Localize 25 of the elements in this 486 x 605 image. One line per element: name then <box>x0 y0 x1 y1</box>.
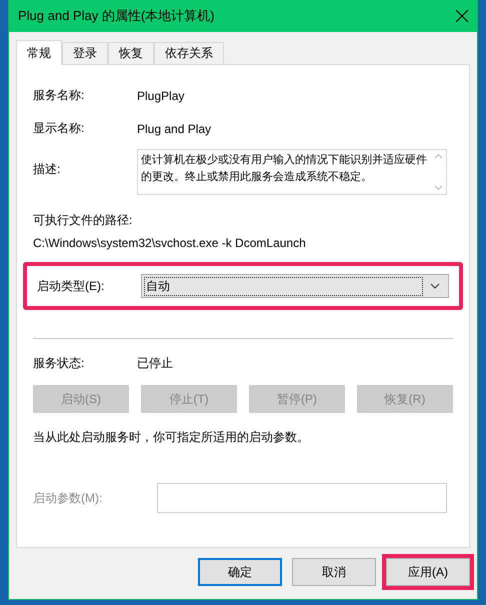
chevron-down-icon <box>430 283 440 289</box>
tab[interactable]: 恢复 <box>108 42 154 64</box>
tab[interactable]: 依存关系 <box>154 42 224 64</box>
scroll-up-icon[interactable] <box>434 153 442 159</box>
field-value: C:\Windows\system32\svchost.exe -k DcomLaunch <box>33 236 307 250</box>
field-label: 启动类型(E): <box>37 278 106 294</box>
field-label: 服务状态: <box>33 355 86 372</box>
field-label: 描述: <box>33 161 62 178</box>
field-label: 启动参数(M): <box>33 490 104 506</box>
hint-text: 当从此处启动服务时，你可指定所适用的启动参数。 <box>33 429 310 446</box>
scroll-down-icon[interactable] <box>434 185 442 191</box>
field-value: Plug and Play <box>137 122 212 136</box>
field-label: 可执行文件的路径: <box>33 212 134 229</box>
startup-type-dropdown[interactable]: 自动 <box>141 274 449 298</box>
field-label: 显示名称: <box>33 120 86 137</box>
tab[interactable]: 登录 <box>62 42 108 64</box>
close-icon[interactable] <box>455 9 469 23</box>
dialog-button[interactable]: 取消 <box>292 558 376 586</box>
window-title: Plug and Play 的属性(本地计算机) <box>18 7 214 25</box>
dialog-button[interactable]: 确定 <box>198 558 282 586</box>
tab[interactable]: 常规 <box>16 40 62 65</box>
field-label: 服务名称: <box>33 87 86 104</box>
description-box[interactable]: 使计算机在极少或没有用户输入的情况下能识别并适应硬件的更改。终止或禁用此服务会造成系统不稳定。 <box>137 149 447 195</box>
field-value: 已停止 <box>137 355 173 372</box>
field-value: PlugPlay <box>137 88 184 102</box>
